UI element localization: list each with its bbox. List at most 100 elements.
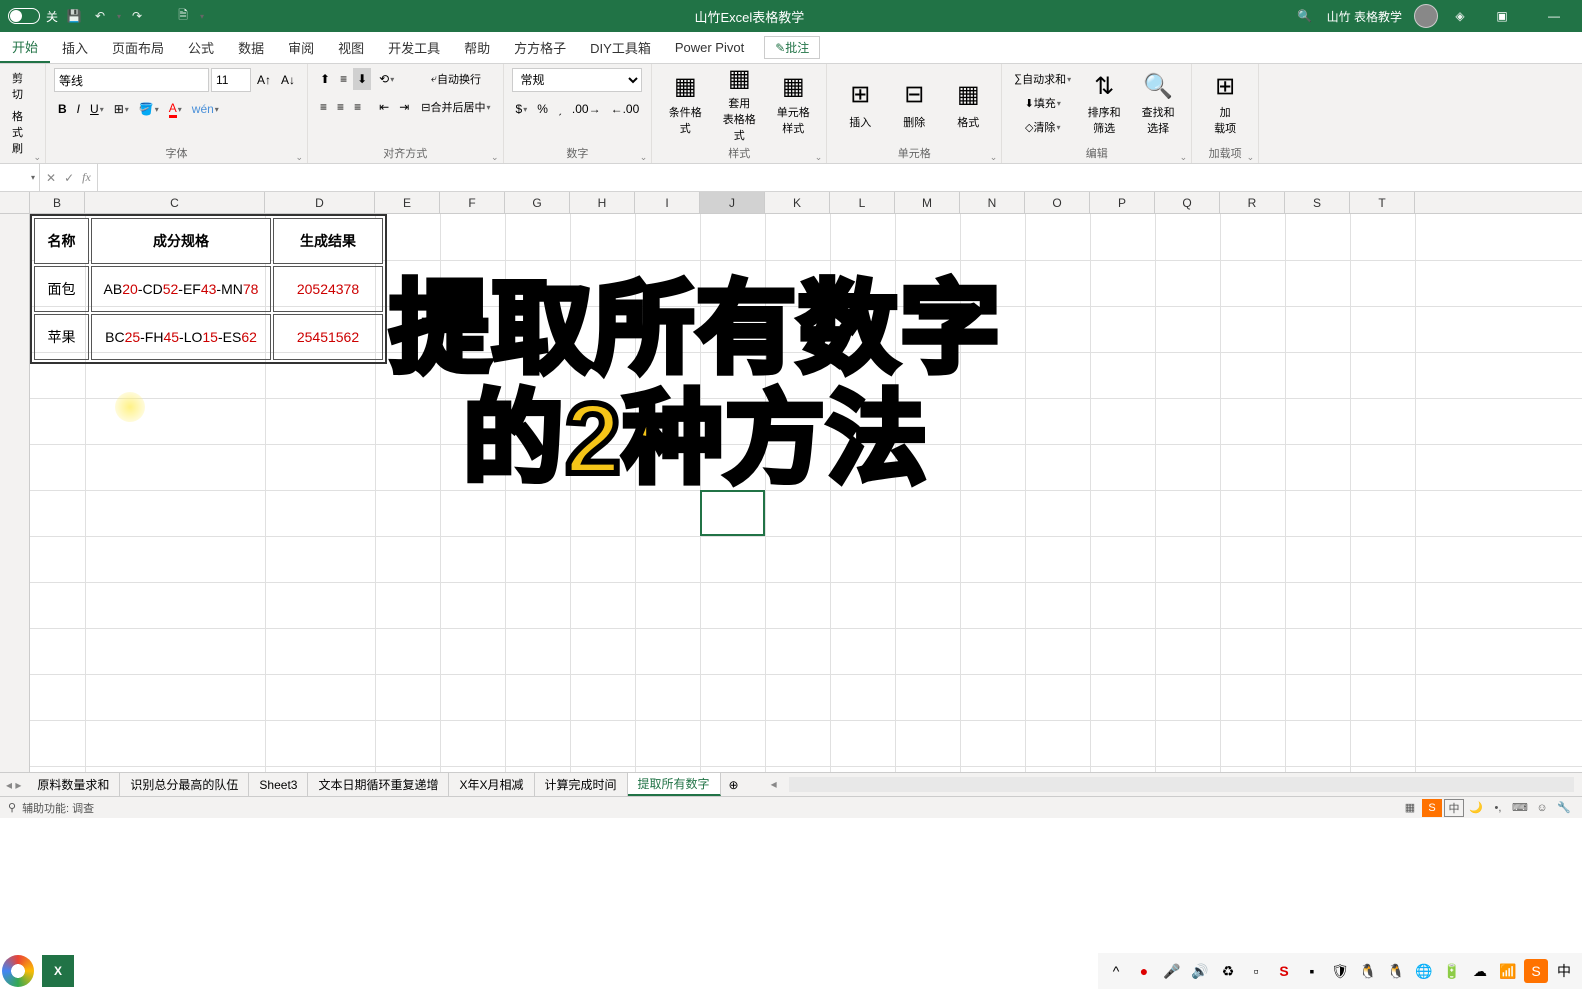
align-center-button[interactable]: ≡: [333, 96, 348, 118]
format-painter-button[interactable]: 格式刷: [8, 106, 37, 158]
header-name[interactable]: 名称: [34, 218, 89, 264]
tab-帮助[interactable]: 帮助: [452, 32, 502, 63]
align-right-button[interactable]: ≡: [350, 96, 365, 118]
col-header-J[interactable]: J: [700, 192, 765, 213]
find-select-button[interactable]: 🔍查找和选择: [1133, 68, 1183, 138]
insert-cells-button[interactable]: ⊞插入: [835, 68, 885, 138]
tab-审阅[interactable]: 审阅: [276, 32, 326, 63]
col-header-M[interactable]: M: [895, 192, 960, 213]
align-top-button[interactable]: ⬆: [316, 68, 334, 90]
save-icon[interactable]: 💾: [64, 6, 84, 26]
font-size-select[interactable]: [211, 68, 251, 92]
preview-icon[interactable]: 🗎: [173, 6, 193, 26]
select-all-corner[interactable]: [0, 192, 30, 213]
conditional-format-button[interactable]: ▦条件格式: [660, 68, 710, 138]
volume-icon[interactable]: 🔊: [1188, 959, 1212, 983]
cut-button[interactable]: 剪切: [8, 68, 37, 104]
col-header-S[interactable]: S: [1285, 192, 1350, 213]
col-header-E[interactable]: E: [375, 192, 440, 213]
fill-color-button[interactable]: 🪣▾: [135, 98, 163, 120]
ime-icon[interactable]: 中: [1552, 959, 1576, 983]
sheet-tab-2[interactable]: Sheet3: [249, 773, 308, 796]
col-header-G[interactable]: G: [505, 192, 570, 213]
app1-icon[interactable]: ▫: [1244, 959, 1268, 983]
qq2-icon[interactable]: 🐧: [1384, 959, 1408, 983]
sheet-tab-4[interactable]: X年X月相减: [449, 773, 534, 796]
underline-button[interactable]: U▾: [86, 98, 108, 120]
cloud-icon[interactable]: ☁: [1468, 959, 1492, 983]
font-name-select[interactable]: [54, 68, 209, 92]
record-icon[interactable]: ●: [1132, 959, 1156, 983]
col-header-P[interactable]: P: [1090, 192, 1155, 213]
qq1-icon[interactable]: 🐧: [1356, 959, 1380, 983]
cancel-formula-icon[interactable]: ✕: [46, 171, 56, 185]
format-cells-button[interactable]: ▦格式: [943, 68, 993, 138]
network-icon[interactable]: 📶: [1496, 959, 1520, 983]
col-header-O[interactable]: O: [1025, 192, 1090, 213]
sheet-tab-0[interactable]: 原料数量求和: [27, 773, 120, 796]
align-middle-button[interactable]: ≡: [336, 68, 351, 90]
autosave-toggle[interactable]: [8, 8, 40, 24]
col-header-I[interactable]: I: [635, 192, 700, 213]
col-header-L[interactable]: L: [830, 192, 895, 213]
selected-cell[interactable]: [700, 490, 765, 536]
tab-方方格子[interactable]: 方方格子: [502, 32, 578, 63]
accessibility-icon[interactable]: ⚲: [8, 801, 16, 814]
header-result[interactable]: 生成结果: [273, 218, 383, 264]
increase-decimal-button[interactable]: .00→: [568, 98, 605, 120]
tab-开始[interactable]: 开始: [0, 32, 50, 63]
globe-icon[interactable]: 🌐: [1412, 959, 1436, 983]
tab-公式[interactable]: 公式: [176, 32, 226, 63]
sheet-nav[interactable]: ◂ ▸: [0, 773, 27, 796]
tab-开发工具[interactable]: 开发工具: [376, 32, 452, 63]
tab-DIY工具箱[interactable]: DIY工具箱: [578, 32, 663, 63]
currency-button[interactable]: $▾: [512, 98, 532, 120]
keyboard-icon[interactable]: ⌨: [1510, 799, 1530, 817]
align-bottom-button[interactable]: ⬇: [353, 68, 371, 90]
formula-input[interactable]: [98, 164, 1582, 191]
fx-icon[interactable]: fx: [82, 170, 91, 185]
font-color-button[interactable]: A▾: [165, 98, 186, 120]
col-header-Q[interactable]: Q: [1155, 192, 1220, 213]
tab-页面布局[interactable]: 页面布局: [100, 32, 176, 63]
percent-button[interactable]: %: [533, 98, 552, 120]
tray-up-icon[interactable]: ^: [1104, 959, 1128, 983]
col-header-R[interactable]: R: [1220, 192, 1285, 213]
tab-数据[interactable]: 数据: [226, 32, 276, 63]
align-left-button[interactable]: ≡: [316, 96, 331, 118]
italic-button[interactable]: I: [73, 98, 84, 120]
tool-icon[interactable]: 🔧: [1554, 799, 1574, 817]
decrease-font-button[interactable]: A↓: [277, 69, 299, 91]
name-box[interactable]: ▾: [0, 164, 40, 191]
col-header-N[interactable]: N: [960, 192, 1025, 213]
sheet-scrollbar[interactable]: [789, 777, 1574, 792]
sogou-tray-icon[interactable]: S: [1272, 959, 1296, 983]
search-icon[interactable]: 🔍: [1295, 6, 1315, 26]
sheet-tab-1[interactable]: 识别总分最高的队伍: [120, 773, 249, 796]
undo-icon[interactable]: ↶: [90, 6, 110, 26]
increase-font-button[interactable]: A↑: [253, 69, 275, 91]
normal-view-icon[interactable]: ▦: [1400, 799, 1420, 817]
avatar[interactable]: [1414, 4, 1438, 28]
diamond-icon[interactable]: ◈: [1450, 6, 1470, 26]
sort-filter-button[interactable]: ⇅排序和筛选: [1079, 68, 1129, 138]
shield-icon[interactable]: 🛡: [1328, 959, 1352, 983]
battery-icon[interactable]: 🔋: [1440, 959, 1464, 983]
tab-Power Pivot[interactable]: Power Pivot: [663, 32, 756, 63]
recycle-icon[interactable]: ♻: [1216, 959, 1240, 983]
redo-icon[interactable]: ↷: [127, 6, 147, 26]
orientation-button[interactable]: ⟲▾: [375, 68, 398, 90]
excel-taskbar-icon[interactable]: X: [42, 955, 74, 987]
confirm-formula-icon[interactable]: ✓: [64, 171, 74, 185]
tab-视图[interactable]: 视图: [326, 32, 376, 63]
decrease-decimal-button[interactable]: ←.00: [607, 98, 644, 120]
clear-button[interactable]: ◇ 清除▾: [1010, 116, 1075, 138]
sogou-icon[interactable]: S: [1422, 799, 1442, 817]
col-header-H[interactable]: H: [570, 192, 635, 213]
increase-indent-button[interactable]: ⇥: [395, 96, 413, 118]
border-button[interactable]: ⊞▾: [110, 98, 133, 120]
table-row[interactable]: 面包 AB20-CD52-EF43-MN78 20524378: [34, 266, 383, 312]
cell-styles-button[interactable]: ▦单元格样式: [768, 68, 818, 138]
delete-cells-button[interactable]: ⊟删除: [889, 68, 939, 138]
add-sheet-button[interactable]: ⊕: [721, 773, 747, 796]
